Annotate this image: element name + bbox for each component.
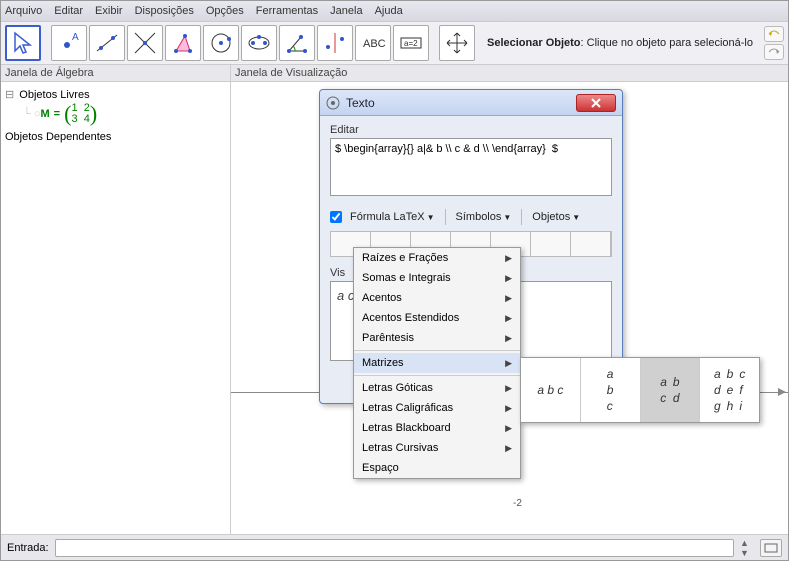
menu-disposicoes[interactable]: Disposições xyxy=(135,5,194,17)
tool-slider[interactable]: a=2 xyxy=(393,25,429,61)
menu-exibir[interactable]: Exibir xyxy=(95,5,123,17)
matrix-flyout: a b c abc ab cd abc def ghi xyxy=(520,357,760,423)
chevron-right-icon: ▶ xyxy=(505,358,512,369)
matrix-option-3x3[interactable]: abc def ghi xyxy=(700,358,759,422)
chevron-right-icon: ▶ xyxy=(505,333,512,344)
virtual-keyboard-button[interactable] xyxy=(760,539,782,557)
chevron-right-icon: ▶ xyxy=(505,313,512,324)
matrix-option-2x2[interactable]: ab cd xyxy=(641,358,701,422)
latex-dropdown[interactable]: Fórmula LaTeX▼ xyxy=(348,210,437,224)
tool-reflect[interactable] xyxy=(317,25,353,61)
input-label: Entrada: xyxy=(7,542,49,554)
menu-ajuda[interactable]: Ajuda xyxy=(375,5,403,17)
chevron-right-icon: ▶ xyxy=(505,423,512,434)
submenu-espaco[interactable]: Espaço xyxy=(354,458,520,478)
tool-circle[interactable] xyxy=(203,25,239,61)
menu-arquivo[interactable]: Arquivo xyxy=(5,5,42,17)
tool-polygon[interactable] xyxy=(165,25,201,61)
submenu-goticas[interactable]: Letras Góticas▶ xyxy=(354,378,520,398)
tool-angle[interactable] xyxy=(279,25,315,61)
matrix-name[interactable]: M xyxy=(41,108,50,120)
submenu-caligraficas[interactable]: Letras Caligráficas▶ xyxy=(354,398,520,418)
redo-button[interactable] xyxy=(764,44,784,60)
dependent-objects-label: Objetos Dependentes xyxy=(5,131,111,143)
tool-ellipse[interactable] xyxy=(241,25,277,61)
undo-button[interactable] xyxy=(764,26,784,42)
menu-ferramentas[interactable]: Ferramentas xyxy=(256,5,318,17)
submenu-matrizes[interactable]: Matrizes▶ xyxy=(354,353,520,373)
submenu-blackboard[interactable]: Letras Blackboard▶ xyxy=(354,418,520,438)
chevron-right-icon: ▶ xyxy=(505,403,512,414)
tree-toggle-icon[interactable]: ⊟ xyxy=(5,89,14,101)
input-bar: Entrada: ▲▼ xyxy=(1,534,788,560)
x-axis-arrow-icon xyxy=(778,388,786,396)
chevron-right-icon: ▶ xyxy=(505,253,512,264)
svg-text:a=2: a=2 xyxy=(404,39,418,48)
matrix-option-3x1[interactable]: abc xyxy=(581,358,641,422)
tool-hint: Selecionar Objeto: Clique no objeto para… xyxy=(477,37,760,49)
submenu-acentos-ext[interactable]: Acentos Estendidos▶ xyxy=(354,308,520,328)
objects-dropdown[interactable]: Objetos▼ xyxy=(530,210,582,224)
chevron-right-icon: ▶ xyxy=(505,273,512,284)
dialog-title: Texto xyxy=(346,96,576,110)
submenu-raizes[interactable]: Raízes e Frações▶ xyxy=(354,248,520,268)
tool-move-view[interactable] xyxy=(439,25,475,61)
latex-submenu: Raízes e Frações▶ Somas e Integrais▶ Ace… xyxy=(353,247,521,479)
algebra-panel-title: Janela de Álgebra xyxy=(1,65,231,81)
algebra-panel: ⊟ Objetos Livres └ ○ M = ( 1 2 3 4 ) Obj… xyxy=(1,82,231,537)
graphics-panel-title: Janela de Visualização xyxy=(231,65,788,81)
free-objects-label: Objetos Livres xyxy=(19,89,89,101)
tool-text[interactable]: ABC xyxy=(355,25,391,61)
menu-opcoes[interactable]: Opções xyxy=(206,5,244,17)
submenu-parentesis[interactable]: Parêntesis▶ xyxy=(354,328,520,348)
toolbar: A ABC a=2 Selecionar Objeto: Clique no o… xyxy=(1,21,788,65)
chevron-down-icon: ▼ xyxy=(503,213,511,222)
chevron-right-icon: ▶ xyxy=(505,293,512,304)
svg-text:ABC: ABC xyxy=(363,38,386,50)
latex-textarea[interactable]: $ \begin{array}{} a|& b \\ c & d \\ \end… xyxy=(330,138,612,196)
chevron-down-icon: ▼ xyxy=(427,213,435,222)
command-input[interactable] xyxy=(55,539,734,557)
chevron-right-icon: ▶ xyxy=(505,443,512,454)
tool-point[interactable]: A xyxy=(51,25,87,61)
dialog-close-button[interactable] xyxy=(576,94,616,112)
input-history-spinner[interactable]: ▲▼ xyxy=(740,538,754,558)
tool-line[interactable] xyxy=(89,25,125,61)
submenu-cursivas[interactable]: Letras Cursivas▶ xyxy=(354,438,520,458)
submenu-acentos[interactable]: Acentos▶ xyxy=(354,288,520,308)
chevron-right-icon: ▶ xyxy=(505,383,512,394)
menu-editar[interactable]: Editar xyxy=(54,5,83,17)
tool-perpendicular[interactable] xyxy=(127,25,163,61)
menu-janela[interactable]: Janela xyxy=(330,5,362,17)
dialog-icon xyxy=(326,96,340,110)
menubar: Arquivo Editar Exibir Disposições Opções… xyxy=(1,1,788,21)
chevron-down-icon: ▼ xyxy=(572,213,580,222)
edit-label: Editar xyxy=(330,124,612,136)
submenu-somas[interactable]: Somas e Integrais▶ xyxy=(354,268,520,288)
matrix-option-1x3[interactable]: a b c xyxy=(521,358,581,422)
latex-checkbox[interactable] xyxy=(330,211,342,223)
svg-text:A: A xyxy=(72,32,79,43)
tool-move[interactable] xyxy=(5,25,41,61)
symbols-dropdown[interactable]: Símbolos▼ xyxy=(454,210,514,224)
tick-neg2: -2 xyxy=(513,498,522,509)
dialog-titlebar[interactable]: Texto xyxy=(320,90,622,116)
